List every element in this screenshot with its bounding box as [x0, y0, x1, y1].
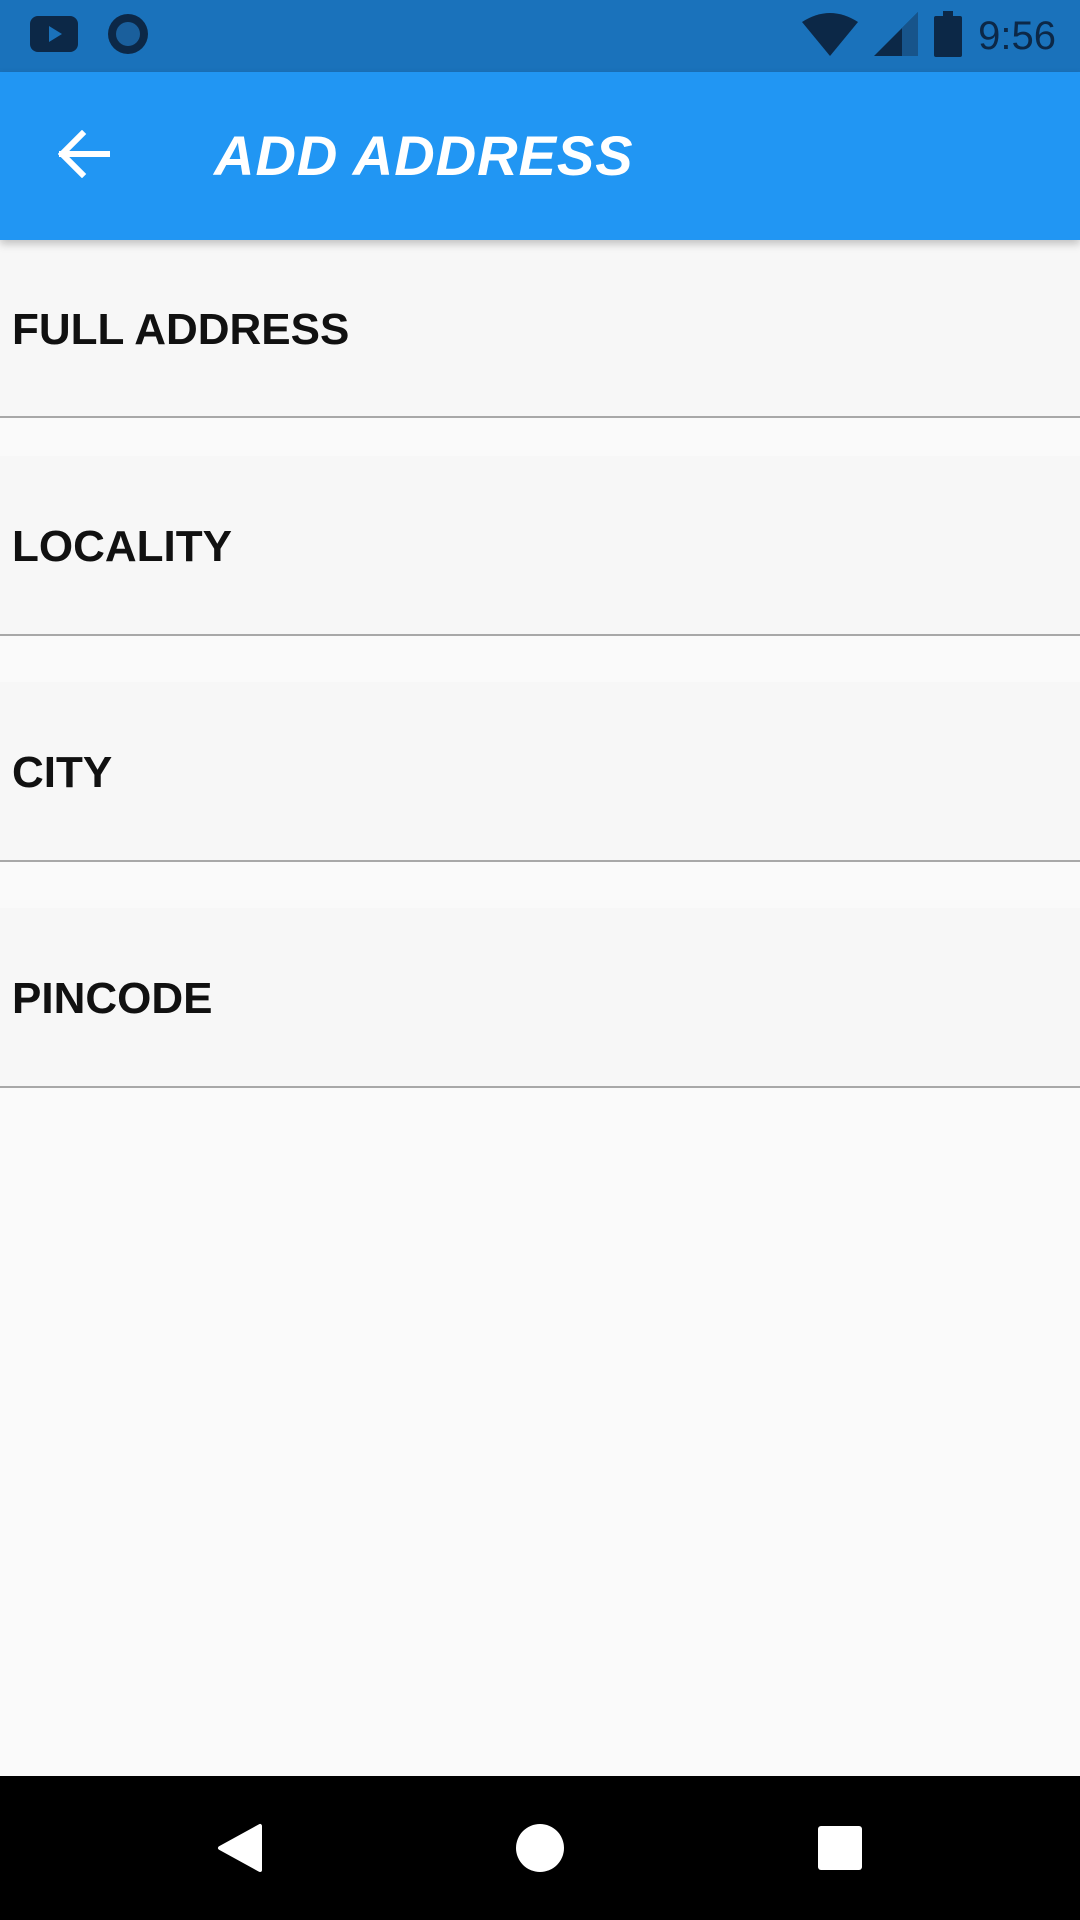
page-title: ADD ADDRESS	[214, 124, 634, 187]
locality-label: LOCALITY	[12, 522, 232, 571]
circle-app-icon	[106, 12, 150, 61]
battery-icon	[934, 10, 963, 62]
city-label: CITY	[12, 748, 113, 797]
back-button[interactable]	[40, 112, 128, 200]
system-nav-bar	[0, 1776, 1080, 1920]
back-triangle-icon	[216, 1822, 264, 1879]
status-bar: 9:56	[0, 0, 1080, 72]
address-form: FULL ADDRESS LOCALITY CITY PINCODE	[0, 240, 1080, 1134]
youtube-icon	[30, 15, 78, 57]
city-field[interactable]: CITY	[0, 682, 1080, 862]
app-bar: ADD ADDRESS	[0, 72, 1080, 240]
arrow-back-icon	[57, 129, 111, 183]
nav-home-button[interactable]	[510, 1820, 570, 1880]
nav-back-button[interactable]	[210, 1820, 270, 1880]
home-circle-icon	[515, 1823, 565, 1878]
locality-field[interactable]: LOCALITY	[0, 456, 1080, 636]
nav-recents-button[interactable]	[810, 1820, 870, 1880]
signal-icon	[874, 11, 919, 61]
pincode-label: PINCODE	[12, 974, 213, 1023]
wifi-icon	[802, 12, 859, 61]
recents-square-icon	[817, 1825, 863, 1876]
full-address-label: FULL ADDRESS	[12, 305, 350, 354]
full-address-field[interactable]: FULL ADDRESS	[0, 240, 1080, 418]
pincode-field[interactable]: PINCODE	[0, 908, 1080, 1088]
status-time: 9:56	[978, 13, 1056, 58]
